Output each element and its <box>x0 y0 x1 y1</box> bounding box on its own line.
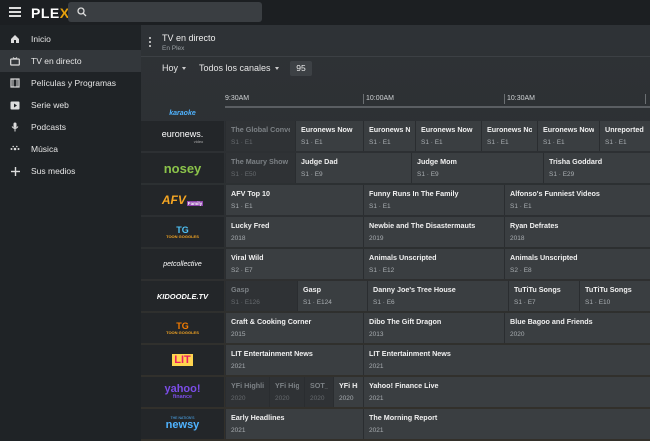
program-cell[interactable]: Euronews NowS1 · E1 <box>537 121 599 151</box>
channel-row: KIDOODLE.TV Gasp S1 · E126 Gasp S1 · E124 … <box>141 280 650 312</box>
day-dropdown[interactable]: Hoy <box>162 63 187 73</box>
program-cell[interactable]: Animals Unscripted S2 · E8 <box>504 249 650 279</box>
home-icon <box>10 34 20 44</box>
channel-row: LIT LIT Entertainment News 2021 LIT Enter… <box>141 344 650 376</box>
channel-logo-lit[interactable]: LIT <box>141 345 224 375</box>
program-cell[interactable]: SOT_YH2020 <box>304 377 333 407</box>
page-title: TV en directo <box>162 33 216 43</box>
program-cell[interactable]: Lucky Fred 2018 <box>225 217 363 247</box>
program-cell[interactable]: Newbie and The Disastermauts 2019 <box>363 217 504 247</box>
program-cell[interactable]: Animals Unscripted S1 · E12 <box>363 249 504 279</box>
program-cell[interactable]: Dibo The Gift Dragon 2013 <box>363 313 504 343</box>
sidebar-item-inicio[interactable]: Inicio <box>0 28 141 50</box>
sidebar: Inicio TV en directo Películas y Program… <box>0 25 141 441</box>
sidebar-item-tv-en-directo[interactable]: TV en directo <box>0 50 141 72</box>
channel-logo-afv[interactable]: AFV Family <box>141 185 224 215</box>
program-cell[interactable]: YFi Highlight2020 <box>225 377 269 407</box>
program-cell[interactable]: Euronews NowS1 · E1 <box>295 121 363 151</box>
program-cell[interactable]: AFV Top 10 S1 · E1 <box>225 185 363 215</box>
channel-logo-kidoodle[interactable]: KIDOODLE.TV <box>141 281 224 311</box>
search-input[interactable] <box>68 2 262 22</box>
program-cell[interactable]: The Maury Show S1 · E50 <box>225 153 295 183</box>
program-cell[interactable]: Yahoo! Finance Live 2021 <box>363 377 650 407</box>
channel-row: THE NATION'S newsy Early Headlines 2021 T… <box>141 408 650 440</box>
channel-row: yahoo! finance YFi Highlight2020 YFi Hig… <box>141 376 650 408</box>
program-cell[interactable]: TuTiTu Songs S1 · E10 <box>579 281 650 311</box>
program-cell[interactable]: The Global Conver S1 · E1 <box>225 121 295 151</box>
channel-row: euronews. video The Global Conver S1 · E1… <box>141 120 650 152</box>
tv-icon <box>10 56 20 66</box>
program-cell[interactable]: Euronews NowS1 · E1 <box>481 121 537 151</box>
top-bar: PLEX <box>0 0 650 25</box>
sidebar-item-sus-medios[interactable]: Sus medios <box>0 160 141 182</box>
sidebar-item-peliculas[interactable]: Películas y Programas <box>0 72 141 94</box>
channel-logo-toon-goggles[interactable]: TG TOON GOGGLES <box>141 217 224 247</box>
chevron-down-icon <box>274 66 279 70</box>
program-cell[interactable]: Early Headlines 2021 <box>225 409 363 439</box>
sidebar-item-musica[interactable]: Música <box>0 138 141 160</box>
play-icon <box>10 100 20 110</box>
channel-row: nosey The Maury Show S1 · E50 Judge Dad S1… <box>141 152 650 184</box>
program-cell[interactable]: Viral Wild S2 · E7 <box>225 249 363 279</box>
program-cell[interactable]: LIT Entertainment News 2021 <box>363 345 650 375</box>
program-cell[interactable]: LIT Entertainment News 2021 <box>225 345 363 375</box>
channel-logo-newsy[interactable]: THE NATION'S newsy <box>141 409 224 439</box>
program-cell[interactable]: Unreported I S1 · E1 <box>599 121 650 151</box>
microphone-icon <box>10 122 20 132</box>
channel-count-badge: 95 <box>290 61 312 76</box>
plus-icon <box>10 166 20 176</box>
search-icon <box>77 7 87 17</box>
program-cell[interactable]: Alfonso's Funniest Videos S1 · E1 <box>504 185 650 215</box>
film-icon <box>10 78 20 88</box>
chevron-down-icon <box>182 66 187 70</box>
program-cell[interactable]: Judge Dad S1 · E9 <box>295 153 411 183</box>
channel-logo-yahoo-finance[interactable]: yahoo! finance <box>141 377 224 407</box>
program-cell[interactable]: Ryan Defrates 2018 <box>504 217 650 247</box>
channel-logo-nosey[interactable]: nosey <box>141 153 224 183</box>
program-cell[interactable]: Craft & Cooking Corner 2015 <box>225 313 363 343</box>
music-icon <box>10 144 20 154</box>
sidebar-item-serie-web[interactable]: Serie web <box>0 94 141 116</box>
program-cell[interactable]: Euronews NowS1 · E1 <box>363 121 415 151</box>
program-cell[interactable]: The Morning Report 2021 <box>363 409 650 439</box>
more-options-icon[interactable] <box>149 37 151 47</box>
program-cell[interactable]: Funny Runs In The Family S1 · E1 <box>363 185 504 215</box>
tv-guide: 9:30AM 10:00AM 10:30AM karaoke euronews.… <box>141 90 650 441</box>
channel-logo-toon-goggles[interactable]: TG TOON GOGGLES <box>141 313 224 343</box>
page-subtitle: En Plex <box>162 45 185 52</box>
channel-row: AFV Family AFV Top 10 S1 · E1 Funny Runs … <box>141 184 650 216</box>
channel-row: TG TOON GOGGLES Lucky Fred 2018 Newbie an… <box>141 216 650 248</box>
channels-dropdown[interactable]: Todos los canales <box>199 63 279 73</box>
program-cell[interactable]: Euronews NowS1 · E1 <box>415 121 481 151</box>
channel-logo-karaoke[interactable]: karaoke <box>141 106 224 121</box>
program-cell[interactable]: Danny Joe's Tree House S1 · E6 <box>367 281 508 311</box>
channel-row: TG TOON GOGGLES Craft & Cooking Corner 20… <box>141 312 650 344</box>
program-cell[interactable]: Judge Mom S1 · E9 <box>411 153 543 183</box>
program-cell[interactable]: YFi Highli2020 <box>269 377 304 407</box>
channel-logo-euronews[interactable]: euronews. video <box>141 121 224 151</box>
header-divider <box>141 56 650 57</box>
program-cell[interactable]: Gasp S1 · E126 <box>225 281 297 311</box>
program-cell[interactable]: Blue Bagoo and Friends 2020 <box>504 313 650 343</box>
program-cell[interactable]: Trisha Goddard S1 · E29 <box>543 153 650 183</box>
main-panel: TV en directo En Plex Hoy Todos los cana… <box>141 25 650 441</box>
plex-logo[interactable]: PLEX <box>31 5 70 21</box>
sidebar-item-podcasts[interactable]: Podcasts <box>0 116 141 138</box>
program-cell[interactable]: YFi High2020 <box>333 377 363 407</box>
program-cell[interactable]: Gasp S1 · E124 <box>297 281 367 311</box>
program-cell[interactable]: TuTiTu Songs S1 · E7 <box>508 281 579 311</box>
channel-row: petcollective Viral Wild S2 · E7 Animals … <box>141 248 650 280</box>
hamburger-menu-icon[interactable] <box>9 7 21 17</box>
channel-logo-pet-collective[interactable]: petcollective <box>141 249 224 279</box>
